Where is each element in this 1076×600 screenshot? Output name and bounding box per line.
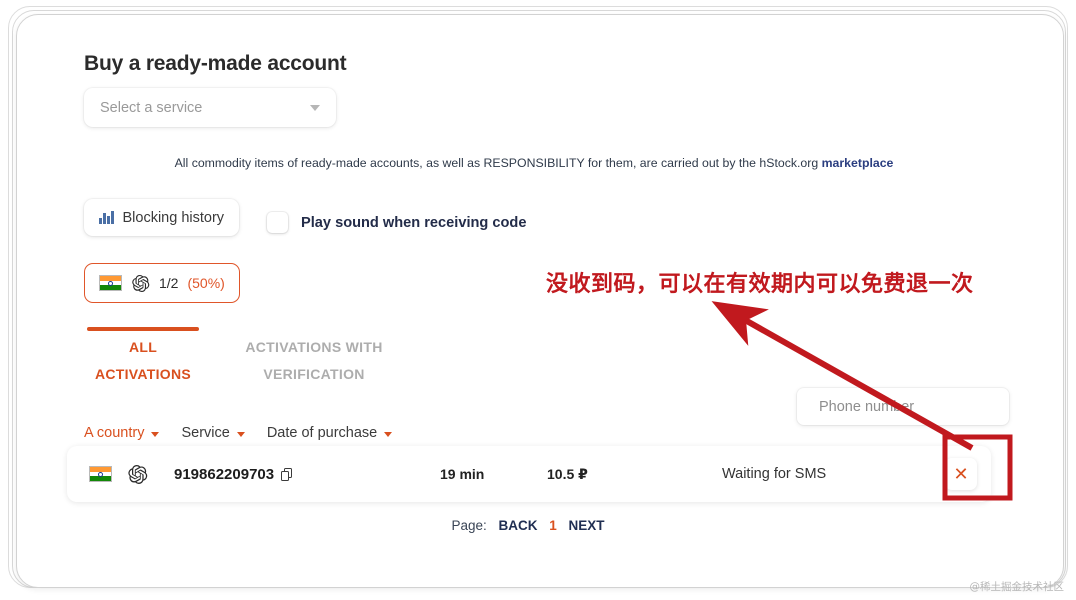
- badge-percent: (50%): [187, 275, 224, 291]
- pagination-current-page[interactable]: 1: [549, 518, 557, 533]
- service-select-placeholder: Select a service: [100, 100, 202, 116]
- row-phone-number[interactable]: 919862209703: [174, 446, 293, 502]
- row-time-left: 19 min: [440, 446, 484, 502]
- row-service-logo: [127, 446, 148, 502]
- watermark: @稀土掘金技术社区: [970, 579, 1065, 594]
- filter-bar: A country Service Date of purchase: [84, 425, 414, 441]
- filter-country[interactable]: A country: [84, 425, 159, 441]
- chevron-down-icon: [384, 432, 392, 437]
- phone-number-search-input[interactable]: Phone number: [797, 388, 1009, 425]
- badge-count: 1/2: [159, 275, 178, 291]
- chevron-down-icon: [151, 432, 159, 437]
- row-country-flag: [89, 446, 112, 502]
- india-flag-icon: [99, 275, 122, 291]
- marketplace-link[interactable]: marketplace: [822, 156, 894, 170]
- pagination-label: Page:: [451, 518, 486, 533]
- filter-country-label: A country: [84, 425, 144, 441]
- disclaimer: All commodity items of ready-made accoun…: [84, 156, 984, 170]
- play-sound-checkbox[interactable]: [267, 212, 288, 233]
- table-row[interactable]: 919862209703 19 min 10.5 ₽ Waiting for S…: [67, 446, 991, 502]
- blocking-history-label: Blocking history: [123, 210, 225, 226]
- chevron-down-icon: [310, 105, 320, 111]
- pagination-next[interactable]: NEXT: [569, 518, 605, 533]
- activation-count-badge[interactable]: 1/2 (50%): [84, 263, 240, 303]
- tab-all-activations[interactable]: ALL ACTIVATIONS: [84, 334, 202, 389]
- chevron-down-icon: [237, 432, 245, 437]
- row-status: Waiting for SMS: [722, 446, 826, 502]
- bar-chart-icon: [99, 211, 114, 224]
- blocking-history-button[interactable]: Blocking history: [84, 199, 239, 236]
- row-price: 10.5 ₽: [547, 446, 588, 502]
- openai-logo-icon: [127, 464, 148, 485]
- screenshot-root: Buy a ready-made account Select a servic…: [0, 0, 1076, 600]
- pagination: Page: BACK 1 NEXT: [22, 518, 1034, 533]
- annotation-text: 没收到码，可以在有效期内可以免费退一次: [546, 266, 974, 298]
- play-sound-label: Play sound when receiving code: [301, 215, 526, 231]
- cancel-activation-button[interactable]: ✕: [945, 458, 977, 490]
- pagination-back[interactable]: BACK: [498, 518, 537, 533]
- disclaimer-text: All commodity items of ready-made accoun…: [175, 156, 822, 170]
- tab-activations-with-verification[interactable]: ACTIVATIONS WITH VERIFICATION: [214, 334, 414, 389]
- filter-date-of-purchase[interactable]: Date of purchase: [267, 425, 392, 441]
- active-tab-underline: [87, 327, 199, 331]
- filter-date-label: Date of purchase: [267, 425, 377, 441]
- row-phone-number-text: 919862209703: [174, 466, 274, 483]
- page-title: Buy a ready-made account: [84, 52, 346, 76]
- filter-service[interactable]: Service: [181, 425, 244, 441]
- openai-logo-icon: [131, 274, 150, 293]
- filter-service-label: Service: [181, 425, 229, 441]
- india-flag-icon: [89, 466, 112, 482]
- service-select[interactable]: Select a service: [84, 88, 336, 127]
- copy-icon[interactable]: [281, 468, 293, 481]
- phone-search-placeholder: Phone number: [819, 399, 914, 415]
